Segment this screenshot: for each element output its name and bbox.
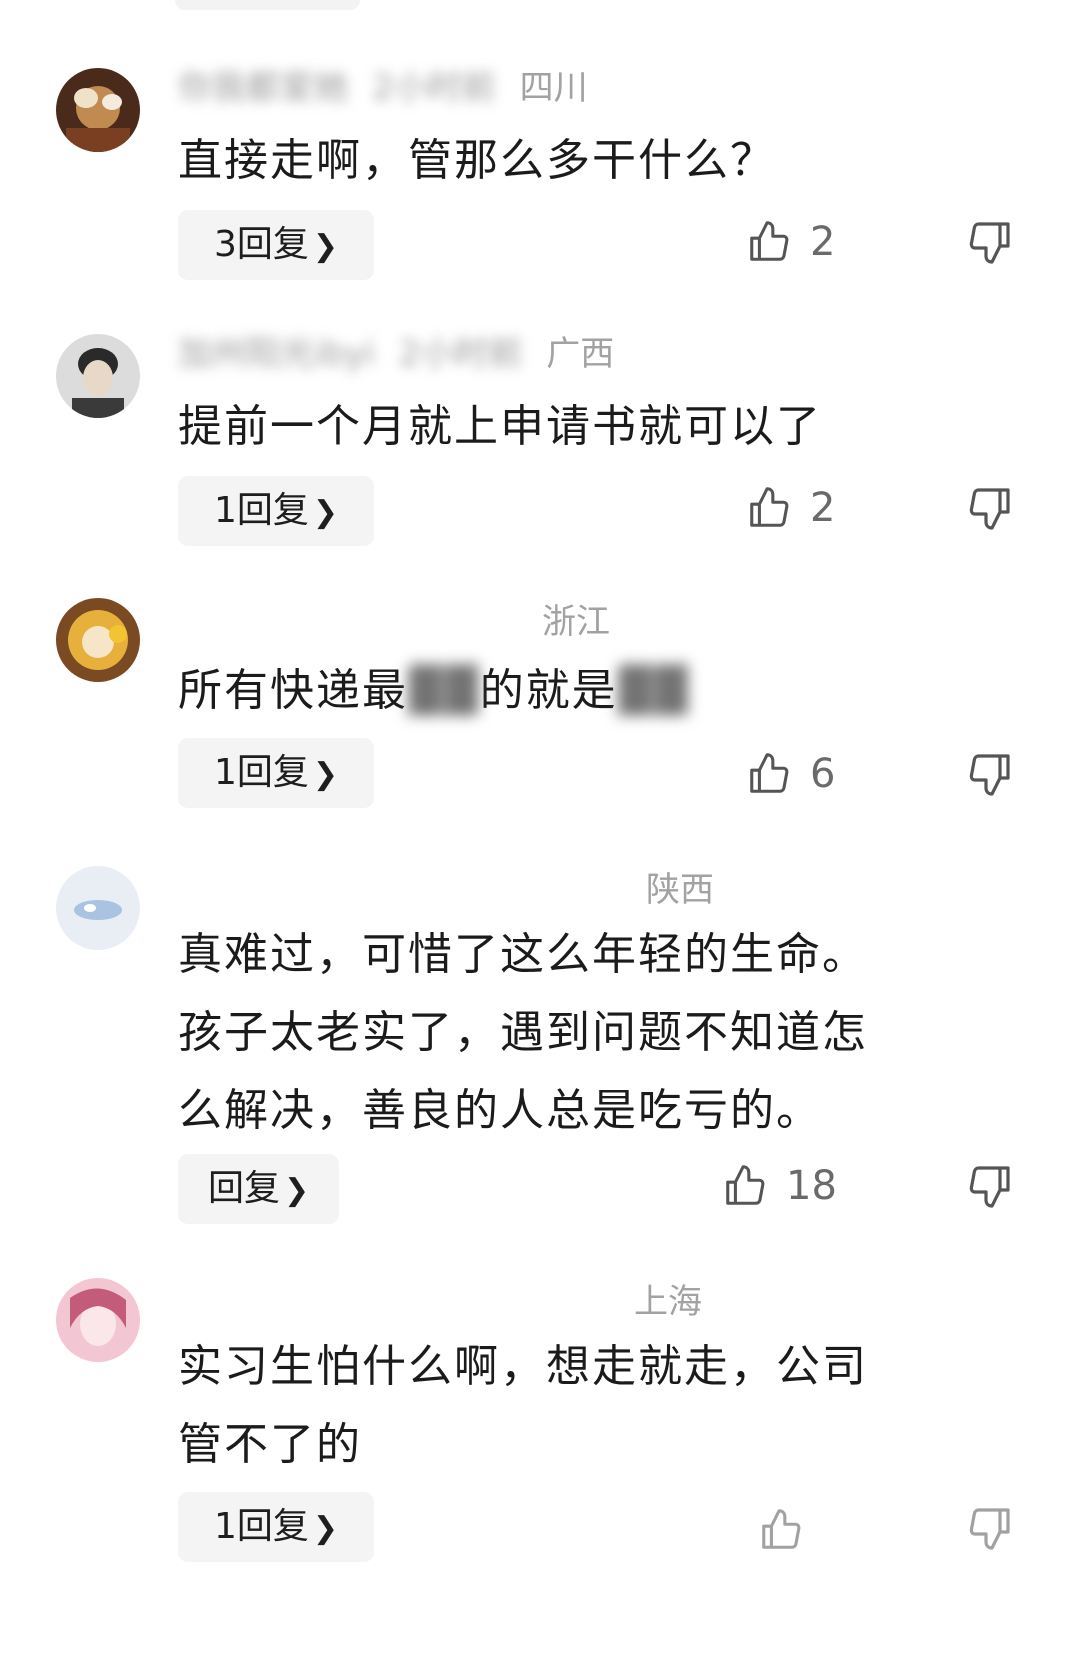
thumbs-up-icon bbox=[762, 1509, 801, 1549]
comment-text: 提前一个月就上申请书就可以了 bbox=[178, 401, 822, 452]
like-count: 6 bbox=[810, 751, 836, 797]
previous-reply-button-fragment bbox=[175, 0, 360, 10]
thumbs-down-icon bbox=[969, 488, 1010, 530]
chevron-right-icon: ❯ bbox=[312, 757, 339, 792]
comment-text: 直接走啊，管那么多干什么？ bbox=[178, 135, 776, 186]
avatar[interactable] bbox=[56, 866, 140, 950]
dislike-button[interactable] bbox=[966, 218, 1014, 266]
region: 广西 bbox=[546, 334, 615, 374]
reply-label: 1回复 bbox=[214, 1506, 309, 1547]
timestamp: 2小时前 bbox=[372, 68, 496, 108]
thumbs-up-icon bbox=[750, 487, 789, 527]
region: 陕西 bbox=[646, 870, 714, 910]
reply-label: 回复 bbox=[208, 1168, 281, 1209]
comment-meta: 你我都爱她 2小时前 四川 bbox=[178, 66, 588, 110]
dislike-button[interactable] bbox=[966, 750, 1014, 798]
like-count: 2 bbox=[810, 219, 836, 265]
chevron-right-icon: ❯ bbox=[312, 1511, 339, 1546]
like-count: 18 bbox=[786, 1163, 837, 1209]
like-button[interactable]: 6 bbox=[746, 744, 835, 804]
like-button[interactable]: 2 bbox=[746, 478, 835, 538]
comment-meta: 上海 bbox=[178, 1280, 702, 1324]
reply-label: 3回复 bbox=[214, 224, 309, 265]
region: 上海 bbox=[634, 1282, 702, 1322]
reply-button[interactable]: 1回复 ❯ bbox=[178, 1492, 375, 1562]
avatar[interactable] bbox=[56, 1278, 140, 1362]
thumbs-down-icon bbox=[969, 754, 1010, 796]
chevron-right-icon: ❯ bbox=[312, 495, 339, 530]
region: 四川 bbox=[519, 68, 588, 108]
like-button[interactable] bbox=[758, 1500, 822, 1560]
dislike-button[interactable] bbox=[966, 1162, 1014, 1210]
reply-button[interactable]: 1回复 ❯ bbox=[178, 476, 375, 546]
username[interactable]: 加州阳光ibyi bbox=[178, 332, 375, 376]
region: 浙江 bbox=[542, 602, 610, 642]
reply-label: 1回复 bbox=[214, 752, 309, 793]
thumbs-up-icon bbox=[750, 753, 789, 793]
avatar[interactable] bbox=[56, 68, 140, 152]
comment-meta: 陕西 bbox=[178, 868, 714, 912]
comment-text: 实习生怕什么啊，想走就走，公司 管不了的 bbox=[178, 1341, 868, 1470]
username[interactable]: 你我都爱她 bbox=[178, 66, 348, 110]
reply-label: 1回复 bbox=[214, 490, 309, 531]
thumbs-down-icon bbox=[969, 222, 1010, 264]
like-button[interactable]: 18 bbox=[722, 1156, 837, 1216]
comment-text: 真难过，可惜了这么年轻的生命。 孩子太老实了，遇到问题不知道怎 么解决，善良的人… bbox=[178, 929, 868, 1136]
reply-button[interactable]: 1回复 ❯ bbox=[178, 738, 375, 808]
reply-button[interactable]: 回复 ❯ bbox=[178, 1154, 340, 1224]
timestamp: 2小时前 bbox=[398, 334, 523, 374]
avatar[interactable] bbox=[56, 598, 140, 682]
redacted-text: ▓▓ bbox=[617, 665, 690, 716]
thumbs-down-icon bbox=[969, 1166, 1010, 1208]
comment-meta: 浙江 bbox=[178, 600, 610, 644]
avatar[interactable] bbox=[56, 334, 140, 418]
chevron-right-icon: ❯ bbox=[312, 229, 339, 264]
like-count: 2 bbox=[810, 485, 836, 531]
like-button[interactable]: 2 bbox=[746, 212, 835, 272]
thumbs-up-icon bbox=[750, 221, 789, 261]
dislike-button[interactable] bbox=[966, 484, 1014, 532]
dislike-button[interactable] bbox=[966, 1504, 1014, 1552]
chevron-right-icon: ❯ bbox=[284, 1173, 310, 1208]
thumbs-up-icon bbox=[726, 1165, 765, 1205]
comment-meta: 加州阳光ibyi 2小时前 广西 bbox=[178, 332, 614, 376]
thumbs-down-icon bbox=[969, 1508, 1010, 1550]
redacted-text: ▓▓ bbox=[408, 665, 480, 716]
comment-text: 所有快递最▓▓的就是▓▓ bbox=[178, 665, 690, 716]
reply-button[interactable]: 3回复 ❯ bbox=[178, 210, 375, 280]
